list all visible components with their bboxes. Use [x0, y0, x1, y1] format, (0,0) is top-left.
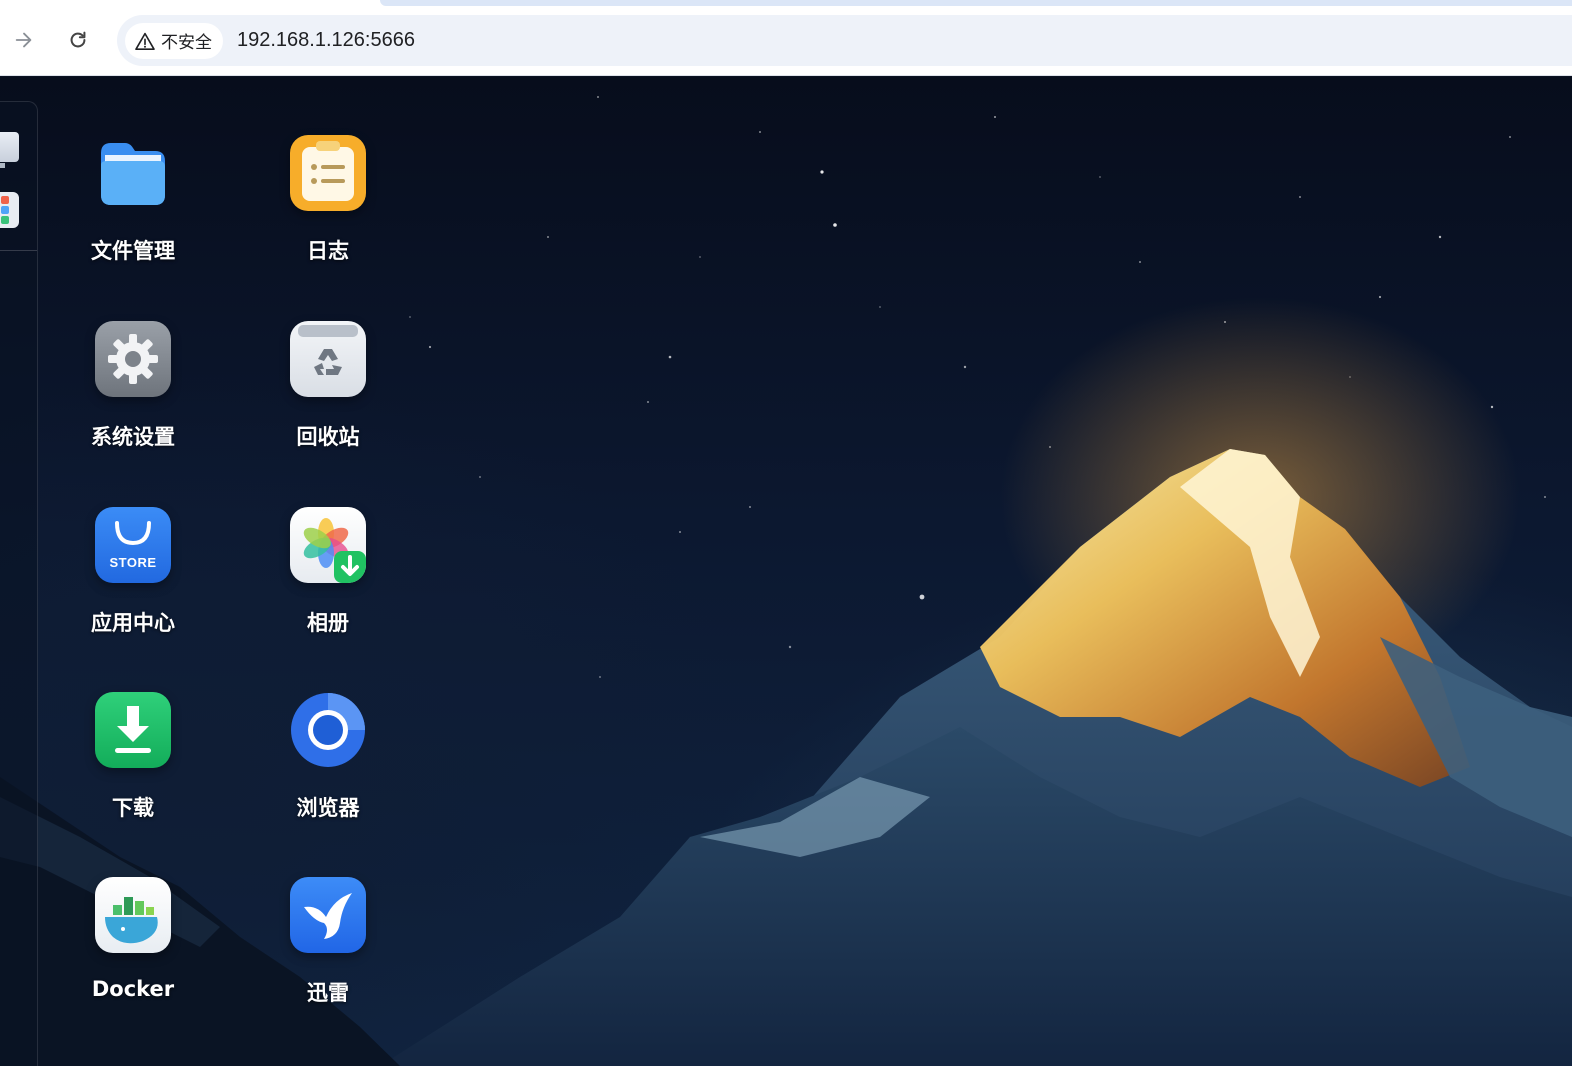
- warning-icon: [135, 32, 155, 50]
- reload-icon: [70, 31, 86, 48]
- app-label: 文件管理: [91, 239, 175, 263]
- dock-sidebar: [0, 101, 38, 1066]
- photos-icon: [290, 507, 366, 583]
- dock-divider: [0, 250, 37, 251]
- app-file-manager[interactable]: 文件管理: [53, 135, 213, 295]
- app-photos[interactable]: 相册: [248, 507, 408, 667]
- app-browser[interactable]: 浏览器: [248, 692, 408, 852]
- download-icon: [95, 692, 171, 768]
- security-label: 不安全: [161, 33, 212, 53]
- app-log[interactable]: 日志: [248, 135, 408, 295]
- tab-strip: [380, 0, 1572, 6]
- browser-icon: [290, 692, 366, 768]
- app-docker[interactable]: Docker: [53, 877, 213, 1037]
- app-label: 迅雷: [307, 981, 349, 1005]
- app-thunder[interactable]: 迅雷: [248, 877, 408, 1037]
- docker-icon: [95, 877, 171, 953]
- app-label: 日志: [307, 239, 349, 263]
- app-label: 相册: [307, 611, 349, 635]
- folder-icon: [95, 135, 171, 211]
- gear-icon: [95, 321, 171, 397]
- recycle-bin-icon: [290, 321, 366, 397]
- thunder-bird-icon: [290, 877, 366, 953]
- store-icon-text: STORE: [109, 555, 157, 570]
- app-system-settings[interactable]: 系统设置: [53, 321, 213, 481]
- address-bar[interactable]: 不安全 192.168.1.126:5666: [117, 15, 1572, 66]
- app-download[interactable]: 下载: [53, 692, 213, 852]
- app-label: Docker: [91, 977, 175, 1001]
- reload-button[interactable]: [60, 22, 96, 58]
- desktop: 文件管理 日志 系统设置 回收站 STORE 应用中心 相册 下载 浏览器 Do…: [0, 77, 1572, 1066]
- browser-toolbar: 不安全 192.168.1.126:5666: [0, 0, 1572, 76]
- desktop-computer-icon[interactable]: [0, 132, 19, 168]
- app-label: 下载: [112, 796, 154, 820]
- mountain-wallpaper: [0, 297, 1572, 1066]
- url-text[interactable]: 192.168.1.126:5666: [237, 29, 415, 52]
- app-recycle-bin[interactable]: 回收站: [248, 321, 408, 481]
- app-store[interactable]: STORE 应用中心: [53, 507, 213, 667]
- app-label: 浏览器: [296, 796, 360, 820]
- log-icon: [290, 135, 366, 211]
- app-label: 应用中心: [91, 611, 175, 635]
- store-icon: STORE: [95, 507, 171, 583]
- app-label: 回收站: [296, 425, 360, 449]
- arrow-right-icon: [15, 32, 32, 48]
- app-launcher-icon[interactable]: [0, 192, 19, 228]
- security-indicator[interactable]: 不安全: [125, 22, 223, 59]
- app-label: 系统设置: [91, 425, 175, 449]
- forward-button[interactable]: [6, 22, 42, 58]
